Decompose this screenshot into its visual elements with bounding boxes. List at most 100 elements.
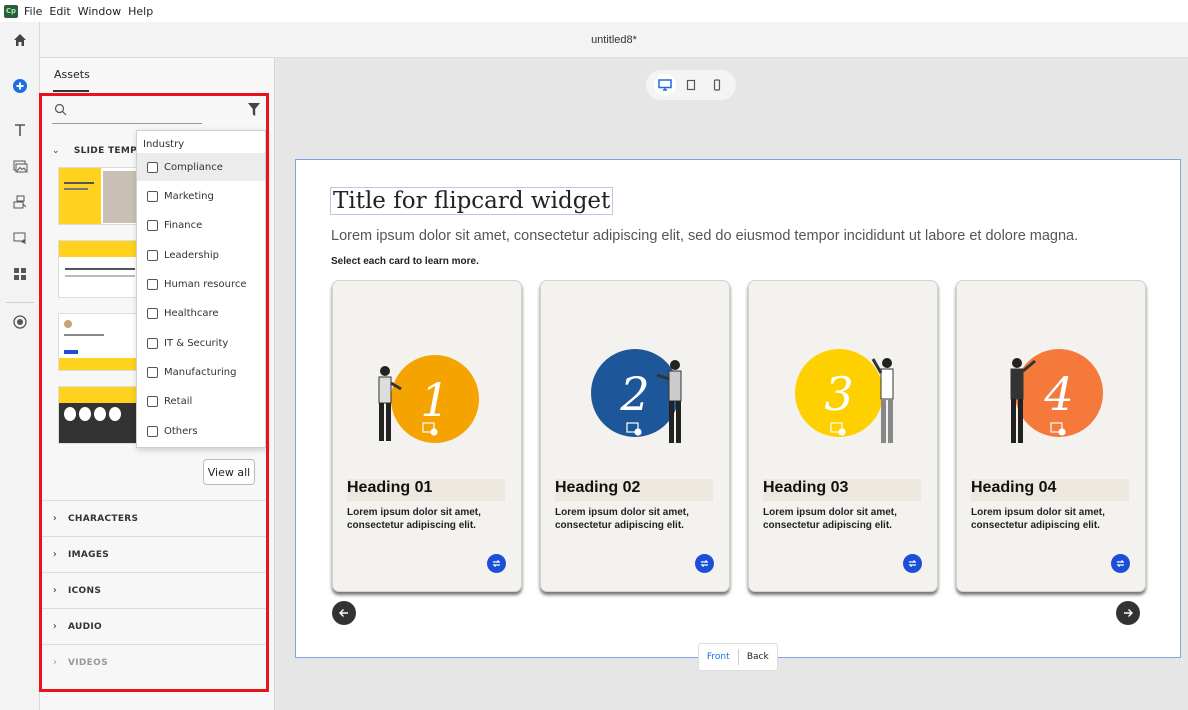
mobile-icon <box>713 79 721 91</box>
widget-icon <box>13 195 27 209</box>
filter-option-retail[interactable]: Retail <box>137 387 265 415</box>
filter-option-marketing[interactable]: Marketing <box>137 182 265 210</box>
card-heading: Heading 01 <box>347 479 505 501</box>
filter-option-manufacturing[interactable]: Manufacturing <box>137 358 265 386</box>
plus-circle-icon <box>13 79 27 93</box>
flip-card-1[interactable]: 1 Heading 01 Lorem ipsum dolor sit amet,… <box>332 280 522 592</box>
filter-option-finance[interactable]: Finance <box>137 211 265 239</box>
filter-option-healthcare[interactable]: Healthcare <box>137 299 265 327</box>
back-view-tab[interactable]: Back <box>739 652 778 662</box>
card-text: Lorem ipsum dolor sit amet, consectetur … <box>763 507 897 531</box>
section-videos[interactable]: › VIDEOS <box>42 644 266 680</box>
checkbox[interactable] <box>147 366 158 378</box>
document-title: untitled8* <box>591 33 637 46</box>
filter-option-label: Leadership <box>164 249 219 261</box>
components-tool-button[interactable] <box>0 260 40 288</box>
filter-option-compliance[interactable]: Compliance <box>137 153 265 181</box>
section-icons[interactable]: › ICONS <box>42 572 266 608</box>
tab-assets[interactable]: Assets <box>54 68 90 81</box>
checkbox[interactable] <box>147 307 158 319</box>
filter-option-label: Human resource <box>164 278 247 290</box>
record-button[interactable] <box>0 308 40 336</box>
filter-option-others[interactable]: Others <box>137 417 265 445</box>
section-characters[interactable]: › CHARACTERS <box>42 500 266 536</box>
flip-button[interactable] <box>695 554 714 573</box>
card-heading: Heading 02 <box>555 479 713 501</box>
active-tab-underline <box>53 90 89 92</box>
filter-option-leadership[interactable]: Leadership <box>137 241 265 269</box>
interactions-tool-button[interactable] <box>0 188 40 216</box>
card-number: 4 <box>1043 367 1073 421</box>
previous-card-button[interactable] <box>332 601 356 625</box>
next-card-button[interactable] <box>1116 601 1140 625</box>
checkbox[interactable] <box>147 190 158 202</box>
flip-button[interactable] <box>487 554 506 573</box>
industry-filter-dropdown: Industry Compliance Marketing Finance Le… <box>136 130 266 448</box>
filter-icon[interactable] <box>248 103 260 117</box>
add-button[interactable] <box>0 72 40 100</box>
section-audio[interactable]: › AUDIO <box>42 608 266 644</box>
filter-option-label: Finance <box>164 219 203 231</box>
card-illustration: 4 <box>1010 349 1103 443</box>
menu-help[interactable]: Help <box>128 5 153 18</box>
section-images[interactable]: › IMAGES <box>42 536 266 572</box>
card-text: Lorem ipsum dolor sit amet, consectetur … <box>347 507 481 531</box>
card-heading: Heading 04 <box>971 479 1129 501</box>
menu-file[interactable]: File <box>24 5 42 18</box>
template-thumbnail-1[interactable] <box>58 167 140 225</box>
flip-button[interactable] <box>903 554 922 573</box>
flip-icon <box>908 560 917 567</box>
checkbox[interactable] <box>147 249 158 261</box>
text-icon <box>15 124 25 136</box>
media-tool-button[interactable] <box>0 152 40 180</box>
filter-option-label: Others <box>164 425 198 437</box>
home-button[interactable] <box>0 26 40 54</box>
flip-card-3[interactable]: 3 Heading 03 Lorem ipsum dolor sit amet,… <box>748 280 938 592</box>
checkbox[interactable] <box>147 337 158 349</box>
toolbar-divider <box>6 302 34 303</box>
search-underline <box>52 123 202 124</box>
slide-title[interactable]: Title for flipcard widget <box>330 187 614 215</box>
checkbox[interactable] <box>147 278 158 290</box>
desktop-view-button[interactable] <box>654 74 676 96</box>
flip-button[interactable] <box>1111 554 1130 573</box>
text-tool-button[interactable] <box>0 116 40 144</box>
filter-option-human-resource[interactable]: Human resource <box>137 270 265 298</box>
filter-option-label: Marketing <box>164 190 214 202</box>
arrow-left-icon <box>339 609 348 617</box>
record-icon <box>13 315 27 329</box>
checkbox[interactable] <box>147 425 158 437</box>
front-back-toggle: Front Back <box>698 643 778 671</box>
grid-blocks-icon <box>14 268 26 280</box>
chevron-right-icon: › <box>52 621 58 632</box>
card-illustration: 3 <box>795 349 894 443</box>
template-thumbnail-2[interactable] <box>58 240 140 298</box>
arrow-right-icon <box>1124 609 1133 617</box>
flip-card-2[interactable]: 2 Heading 02 Lorem ipsum dolor sit amet,… <box>540 280 730 592</box>
flip-card-4[interactable]: 4 Heading 04 Lorem ipsum dolor sit amet,… <box>956 280 1146 592</box>
filter-title: Industry <box>143 139 185 150</box>
section-audio-label: AUDIO <box>68 621 102 632</box>
filter-option-it-security[interactable]: IT & Security <box>137 329 265 357</box>
front-view-tab[interactable]: Front <box>699 652 738 662</box>
checkbox[interactable] <box>147 161 158 173</box>
slide-instruction[interactable]: Select each card to learn more. <box>331 256 479 267</box>
slide-body-text[interactable]: Lorem ipsum dolor sit amet, consectetur … <box>331 228 1078 244</box>
asset-search-row <box>52 97 264 125</box>
section-slide-templates-label: SLIDE TEMPL <box>73 146 144 156</box>
template-thumbnail-3[interactable] <box>58 313 140 371</box>
mobile-view-button[interactable] <box>706 74 728 96</box>
checkbox[interactable] <box>147 219 158 231</box>
template-thumbnail-4[interactable] <box>58 386 140 444</box>
slides-tool-button[interactable] <box>0 224 40 252</box>
menu-window[interactable]: Window <box>78 5 121 18</box>
tablet-icon <box>686 79 696 91</box>
device-preview-toggle <box>646 70 736 100</box>
tablet-view-button[interactable] <box>680 74 702 96</box>
search-input[interactable] <box>70 99 200 121</box>
menu-edit[interactable]: Edit <box>49 5 70 18</box>
section-slide-templates[interactable]: ⌄ SLIDE TEMPL <box>52 146 143 156</box>
view-all-button[interactable]: View all <box>203 459 255 485</box>
image-gallery-icon <box>13 160 28 173</box>
checkbox[interactable] <box>147 395 158 407</box>
